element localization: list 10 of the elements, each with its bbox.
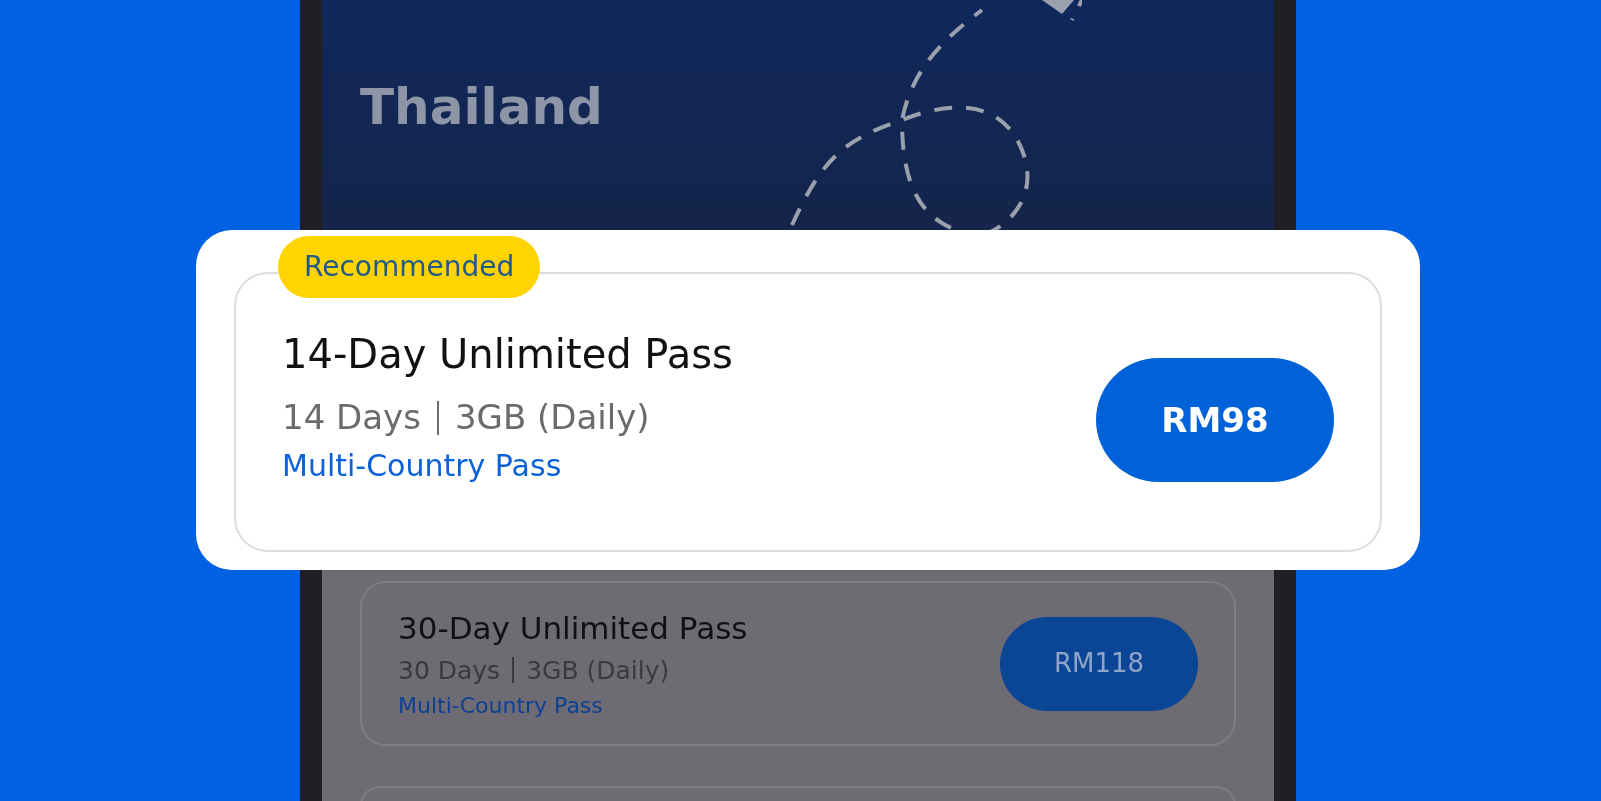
recommended-badge: Recommended [278, 236, 541, 298]
plan-title: 14-Day Unlimited Pass [282, 330, 733, 379]
plan-data: 3GB (Daily) [454, 396, 650, 439]
country-title: Thailand [360, 78, 603, 136]
price-button[interactable]: RM118 [1000, 616, 1198, 711]
plan-tag: Multi-Country Pass [398, 689, 748, 722]
plan-duration: 14 Days [282, 396, 421, 439]
plan-tag: Multi-Country Pass [282, 443, 733, 488]
price-button[interactable]: RM98 [1096, 358, 1334, 482]
plan-title: 30-Day Unlimited Pass [398, 609, 748, 648]
